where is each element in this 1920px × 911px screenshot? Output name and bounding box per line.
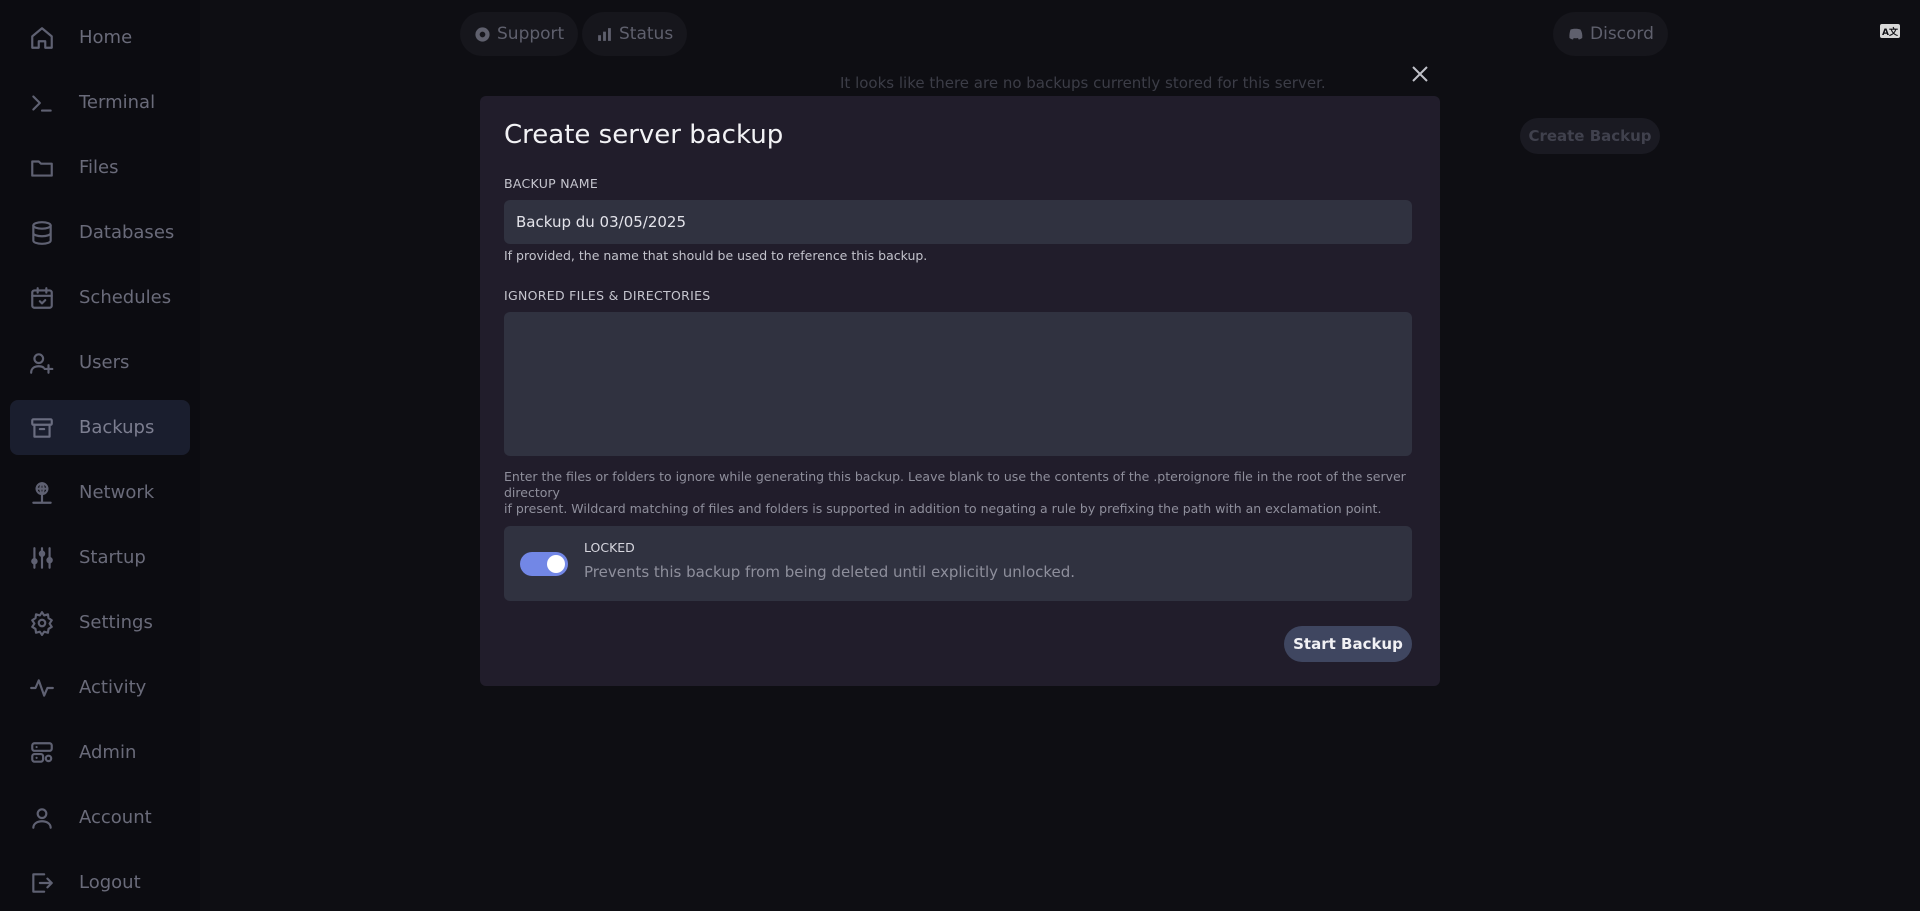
activity-icon (27, 673, 57, 703)
locked-option: LOCKED Prevents this backup from being d… (504, 526, 1412, 601)
sidebar-item-users[interactable]: Users (10, 335, 190, 390)
database-icon (27, 218, 57, 248)
locked-description: Prevents this backup from being deleted … (584, 563, 1076, 581)
sidebar-item-backups[interactable]: Backups (10, 400, 190, 455)
sidebar-item-label: Settings (79, 612, 153, 633)
empty-state-message: It looks like there are no backups curre… (840, 74, 1326, 92)
toggle-knob (547, 555, 565, 573)
ignored-files-help-line2: if present. Wildcard matching of files a… (504, 501, 1382, 516)
locked-toggle[interactable] (520, 552, 568, 576)
lifebuoy-icon (475, 26, 490, 42)
backup-name-help: If provided, the name that should be use… (504, 248, 928, 263)
logout-icon (27, 868, 57, 898)
create-backup-button[interactable]: Create Backup (1520, 118, 1660, 154)
sidebar-item-settings[interactable]: Settings (10, 595, 190, 650)
bar-chart-icon (598, 27, 611, 41)
create-backup-modal: Create server backup BACKUP NAME If prov… (480, 96, 1440, 686)
sidebar-item-label: Files (79, 157, 119, 178)
sliders-icon (27, 543, 57, 573)
close-icon (1412, 66, 1428, 82)
sidebar-item-label: Logout (79, 872, 141, 893)
discord-label: Discord (1590, 24, 1654, 44)
ignored-files-help: Enter the files or folders to ignore whi… (504, 469, 1412, 517)
sidebar-item-label: Startup (79, 547, 146, 568)
backup-name-input[interactable] (504, 200, 1412, 244)
sidebar-item-label: Users (79, 352, 130, 373)
calendar-icon (27, 283, 57, 313)
network-icon (27, 478, 57, 508)
terminal-icon (27, 88, 57, 118)
sidebar-item-label: Account (79, 807, 152, 828)
support-link[interactable]: Support (460, 12, 579, 56)
sidebar: Home Terminal Files Databases Schedules … (0, 0, 200, 911)
server-cog-icon (27, 738, 57, 768)
sidebar-item-logout[interactable]: Logout (10, 855, 190, 910)
locked-title: LOCKED (584, 540, 635, 555)
ignored-files-label: IGNORED FILES & DIRECTORIES (504, 288, 711, 303)
sidebar-item-label: Admin (79, 742, 137, 763)
sidebar-item-admin[interactable]: Admin (10, 725, 190, 780)
archive-icon (27, 413, 57, 443)
sidebar-item-databases[interactable]: Databases (10, 205, 190, 260)
sidebar-item-label: Activity (79, 677, 147, 698)
modal-title: Create server backup (504, 120, 784, 150)
sidebar-item-activity[interactable]: Activity (10, 660, 190, 715)
sidebar-item-terminal[interactable]: Terminal (10, 75, 190, 130)
discord-link[interactable]: Discord (1553, 12, 1668, 56)
sidebar-item-account[interactable]: Account (10, 790, 190, 845)
home-icon (27, 23, 57, 53)
sidebar-item-label: Databases (79, 222, 175, 243)
backup-name-label: BACKUP NAME (504, 176, 599, 191)
user-plus-icon (27, 348, 57, 378)
gear-icon (27, 608, 57, 638)
ignored-files-textarea[interactable] (504, 312, 1412, 456)
sidebar-item-startup[interactable]: Startup (10, 530, 190, 585)
sidebar-item-home[interactable]: Home (10, 10, 190, 65)
discord-icon (1569, 28, 1583, 39)
support-label: Support (497, 24, 565, 44)
sidebar-item-label: Terminal (79, 92, 156, 113)
sidebar-item-network[interactable]: Network (10, 465, 190, 520)
close-modal-button[interactable] (1408, 62, 1432, 86)
status-link[interactable]: Status (582, 12, 688, 56)
user-icon (27, 803, 57, 833)
folder-icon (27, 153, 57, 183)
start-backup-button[interactable]: Start Backup (1284, 626, 1412, 662)
sidebar-item-label: Home (79, 27, 133, 48)
status-label: Status (619, 24, 674, 44)
sidebar-item-schedules[interactable]: Schedules (10, 270, 190, 325)
sidebar-item-label: Schedules (79, 287, 172, 308)
sidebar-item-files[interactable]: Files (10, 140, 190, 195)
translate-icon[interactable]: A文 (1880, 24, 1900, 38)
sidebar-item-label: Network (79, 482, 155, 503)
sidebar-item-label: Backups (79, 417, 155, 438)
ignored-files-help-line1: Enter the files or folders to ignore whi… (504, 469, 1406, 500)
